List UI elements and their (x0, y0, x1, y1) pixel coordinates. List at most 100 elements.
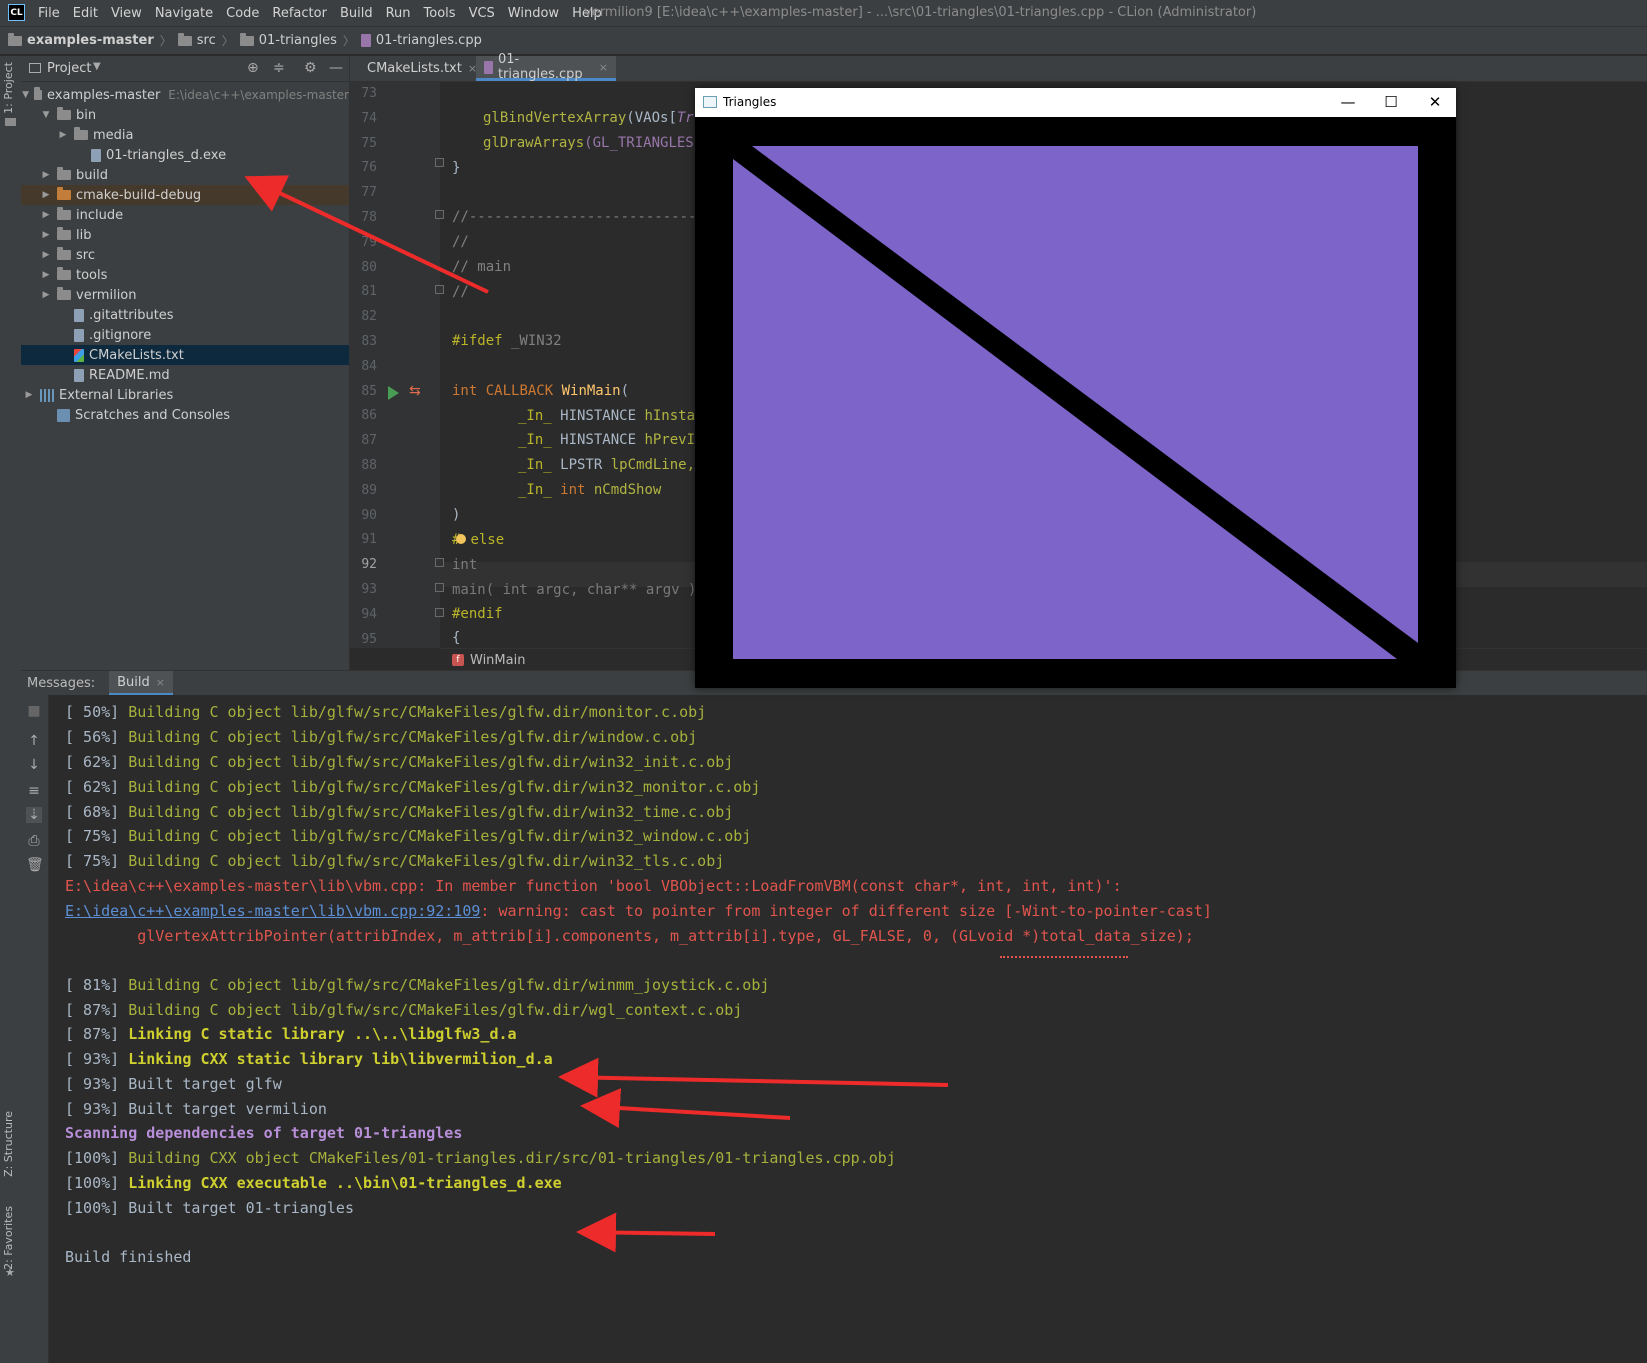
tree-item[interactable]: ▼ examples-master E:\idea\c++\examples-mas… (21, 85, 349, 105)
tree-item[interactable]: 01-triangles_d.exe (21, 145, 349, 165)
fold-marker-icon[interactable] (435, 583, 444, 592)
breadcrumb-project[interactable]: examples-master (8, 32, 154, 48)
console-text: Built target glfw (128, 1075, 282, 1093)
breadcrumb-01-triangles[interactable]: 01-triangles (239, 32, 337, 48)
minimize-icon[interactable]: — (329, 60, 343, 76)
fold-marker-icon[interactable] (435, 158, 444, 167)
console-scanning-line: Scanning dependencies of target 01-trian… (65, 1124, 463, 1142)
tree-item[interactable]: ▶ lib (21, 225, 349, 245)
navigate-related-icon[interactable]: ⇆ (409, 383, 421, 399)
menu-window[interactable]: Window (508, 6, 559, 21)
menu-refactor[interactable]: Refactor (272, 6, 327, 21)
tree-item[interactable]: README.md (21, 365, 349, 385)
chevron-right-icon[interactable]: ▶ (40, 250, 52, 260)
project-panel-header: Project ▼ ⊕ ≑ ⚙ — (21, 56, 349, 82)
tree-item[interactable]: ▼ bin (21, 105, 349, 125)
trash-icon[interactable]: 🗑 (26, 857, 44, 873)
menu-code[interactable]: Code (226, 6, 259, 21)
run-icon[interactable] (388, 386, 399, 400)
tree-item[interactable]: ▶ build (21, 165, 349, 185)
tree-item[interactable]: ▶ tools (21, 265, 349, 285)
breadcrumb-file[interactable]: 01-triangles.cpp (360, 33, 482, 48)
arrow-up-icon[interactable]: ↑ (26, 733, 42, 749)
tab-01-triangles-cpp[interactable]: 01-triangles.cpp × (476, 52, 616, 82)
project-view-selector[interactable]: Project (47, 61, 91, 76)
tree-item[interactable]: ▶ include (21, 205, 349, 225)
chevron-right-icon[interactable]: ▶ (40, 230, 52, 240)
scroll-to-end-icon[interactable]: ⇣ (26, 807, 42, 823)
lightbulb-icon[interactable] (456, 534, 466, 544)
gl-render-canvas (695, 117, 1456, 688)
breadcrumb-src[interactable]: src (177, 32, 216, 48)
maximize-button[interactable]: ☐ (1381, 92, 1401, 112)
arrow-down-icon[interactable]: ↓ (26, 757, 42, 773)
menu-run[interactable]: Run (386, 6, 411, 21)
menu-view[interactable]: View (111, 6, 142, 21)
locate-icon[interactable]: ⊕ (247, 60, 259, 76)
tree-item-label: vermilion (76, 287, 137, 303)
code-token: Tr (676, 110, 694, 126)
code-token: int (551, 482, 594, 498)
tree-item[interactable]: CMakeLists.txt (21, 345, 349, 365)
tab-build[interactable]: Build × (109, 671, 173, 695)
tree-item-label: build (76, 167, 108, 183)
triangles-titlebar[interactable]: Triangles — ☐ ✕ (695, 88, 1456, 118)
fold-marker-icon[interactable] (435, 285, 444, 294)
menu-navigate[interactable]: Navigate (155, 6, 213, 21)
stop-icon[interactable]: ■ (26, 703, 42, 719)
menu-tools[interactable]: Tools (424, 6, 456, 21)
chevron-right-icon[interactable]: ▶ (40, 190, 52, 200)
file-icon (91, 148, 101, 162)
tool-tab-project[interactable]: 1: Project (2, 62, 15, 114)
tree-item[interactable]: .gitignore (21, 325, 349, 345)
chevron-right-icon[interactable]: ▶ (23, 390, 35, 400)
close-icon[interactable]: × (599, 61, 608, 74)
menu-build[interactable]: Build (340, 6, 373, 21)
tool-tab-favorites[interactable]: 2: Favorites (2, 1206, 15, 1270)
code-line-79: // (452, 234, 469, 250)
close-icon[interactable]: × (156, 676, 165, 689)
fold-marker-icon[interactable] (435, 558, 444, 567)
chevron-right-icon[interactable]: ▶ (40, 210, 52, 220)
source-link[interactable]: E:\idea\c++\examples-master\lib\vbm.cpp:… (65, 902, 480, 920)
tree-item[interactable]: ▶ External Libraries (21, 385, 349, 405)
chevron-right-icon[interactable]: ▶ (40, 270, 52, 280)
fold-marker-icon[interactable] (435, 210, 444, 219)
console-line: [ 75%] Building C object lib/glfw/src/CM… (65, 852, 724, 870)
print-icon[interactable]: ⎙ (26, 833, 42, 849)
editor-breadcrumb-function[interactable]: WinMain (470, 653, 525, 668)
cpp-file-icon (484, 60, 493, 74)
tree-item[interactable]: ▶ vermilion (21, 285, 349, 305)
star-icon: ★ (5, 1266, 15, 1279)
triangles-window[interactable]: Triangles — ☐ ✕ (695, 88, 1456, 688)
tool-tab-structure[interactable]: Z: Structure (2, 1111, 15, 1177)
code-token: _In_ (518, 432, 552, 448)
chevron-down-icon[interactable]: ▼ (93, 61, 101, 72)
chevron-right-icon[interactable]: ▶ (40, 290, 52, 300)
minimize-button[interactable]: — (1338, 92, 1358, 112)
close-button[interactable]: ✕ (1425, 92, 1445, 112)
tree-item[interactable]: ▶ src (21, 245, 349, 265)
fold-marker-icon[interactable] (435, 608, 444, 617)
tree-item[interactable]: ▶ cmake-build-debug (21, 185, 349, 205)
console-text: Building C object lib/glfw/src/CMakeFile… (128, 803, 734, 821)
gear-icon[interactable]: ⚙ (304, 60, 317, 76)
menu-vcs[interactable]: VCS (469, 6, 495, 21)
menu-bar: CL File Edit View Navigate Code Refactor… (0, 0, 1647, 27)
tree-item-label: include (76, 207, 124, 223)
soft-wrap-icon[interactable]: ≡ (26, 783, 42, 799)
chevron-right-icon[interactable]: ▶ (40, 170, 52, 180)
chevron-down-icon[interactable]: ▼ (22, 90, 29, 100)
collapse-icon[interactable]: ≑ (273, 60, 285, 76)
tree-item[interactable]: ▶ media (21, 125, 349, 145)
tree-item[interactable]: Scratches and Consoles (21, 405, 349, 425)
tree-item[interactable]: .gitattributes (21, 305, 349, 325)
menu-file[interactable]: File (38, 6, 60, 21)
console-line: [ 87%] Building C object lib/glfw/src/CM… (65, 1001, 742, 1019)
tab-cmakelists[interactable]: CMakeLists.txt × (354, 56, 477, 81)
menu-edit[interactable]: Edit (73, 6, 98, 21)
code-token: (VAOs[ (626, 110, 677, 126)
console-progress: [ 68%] (65, 803, 129, 821)
chevron-right-icon[interactable]: ▶ (57, 130, 69, 140)
chevron-down-icon[interactable]: ▼ (40, 110, 52, 120)
